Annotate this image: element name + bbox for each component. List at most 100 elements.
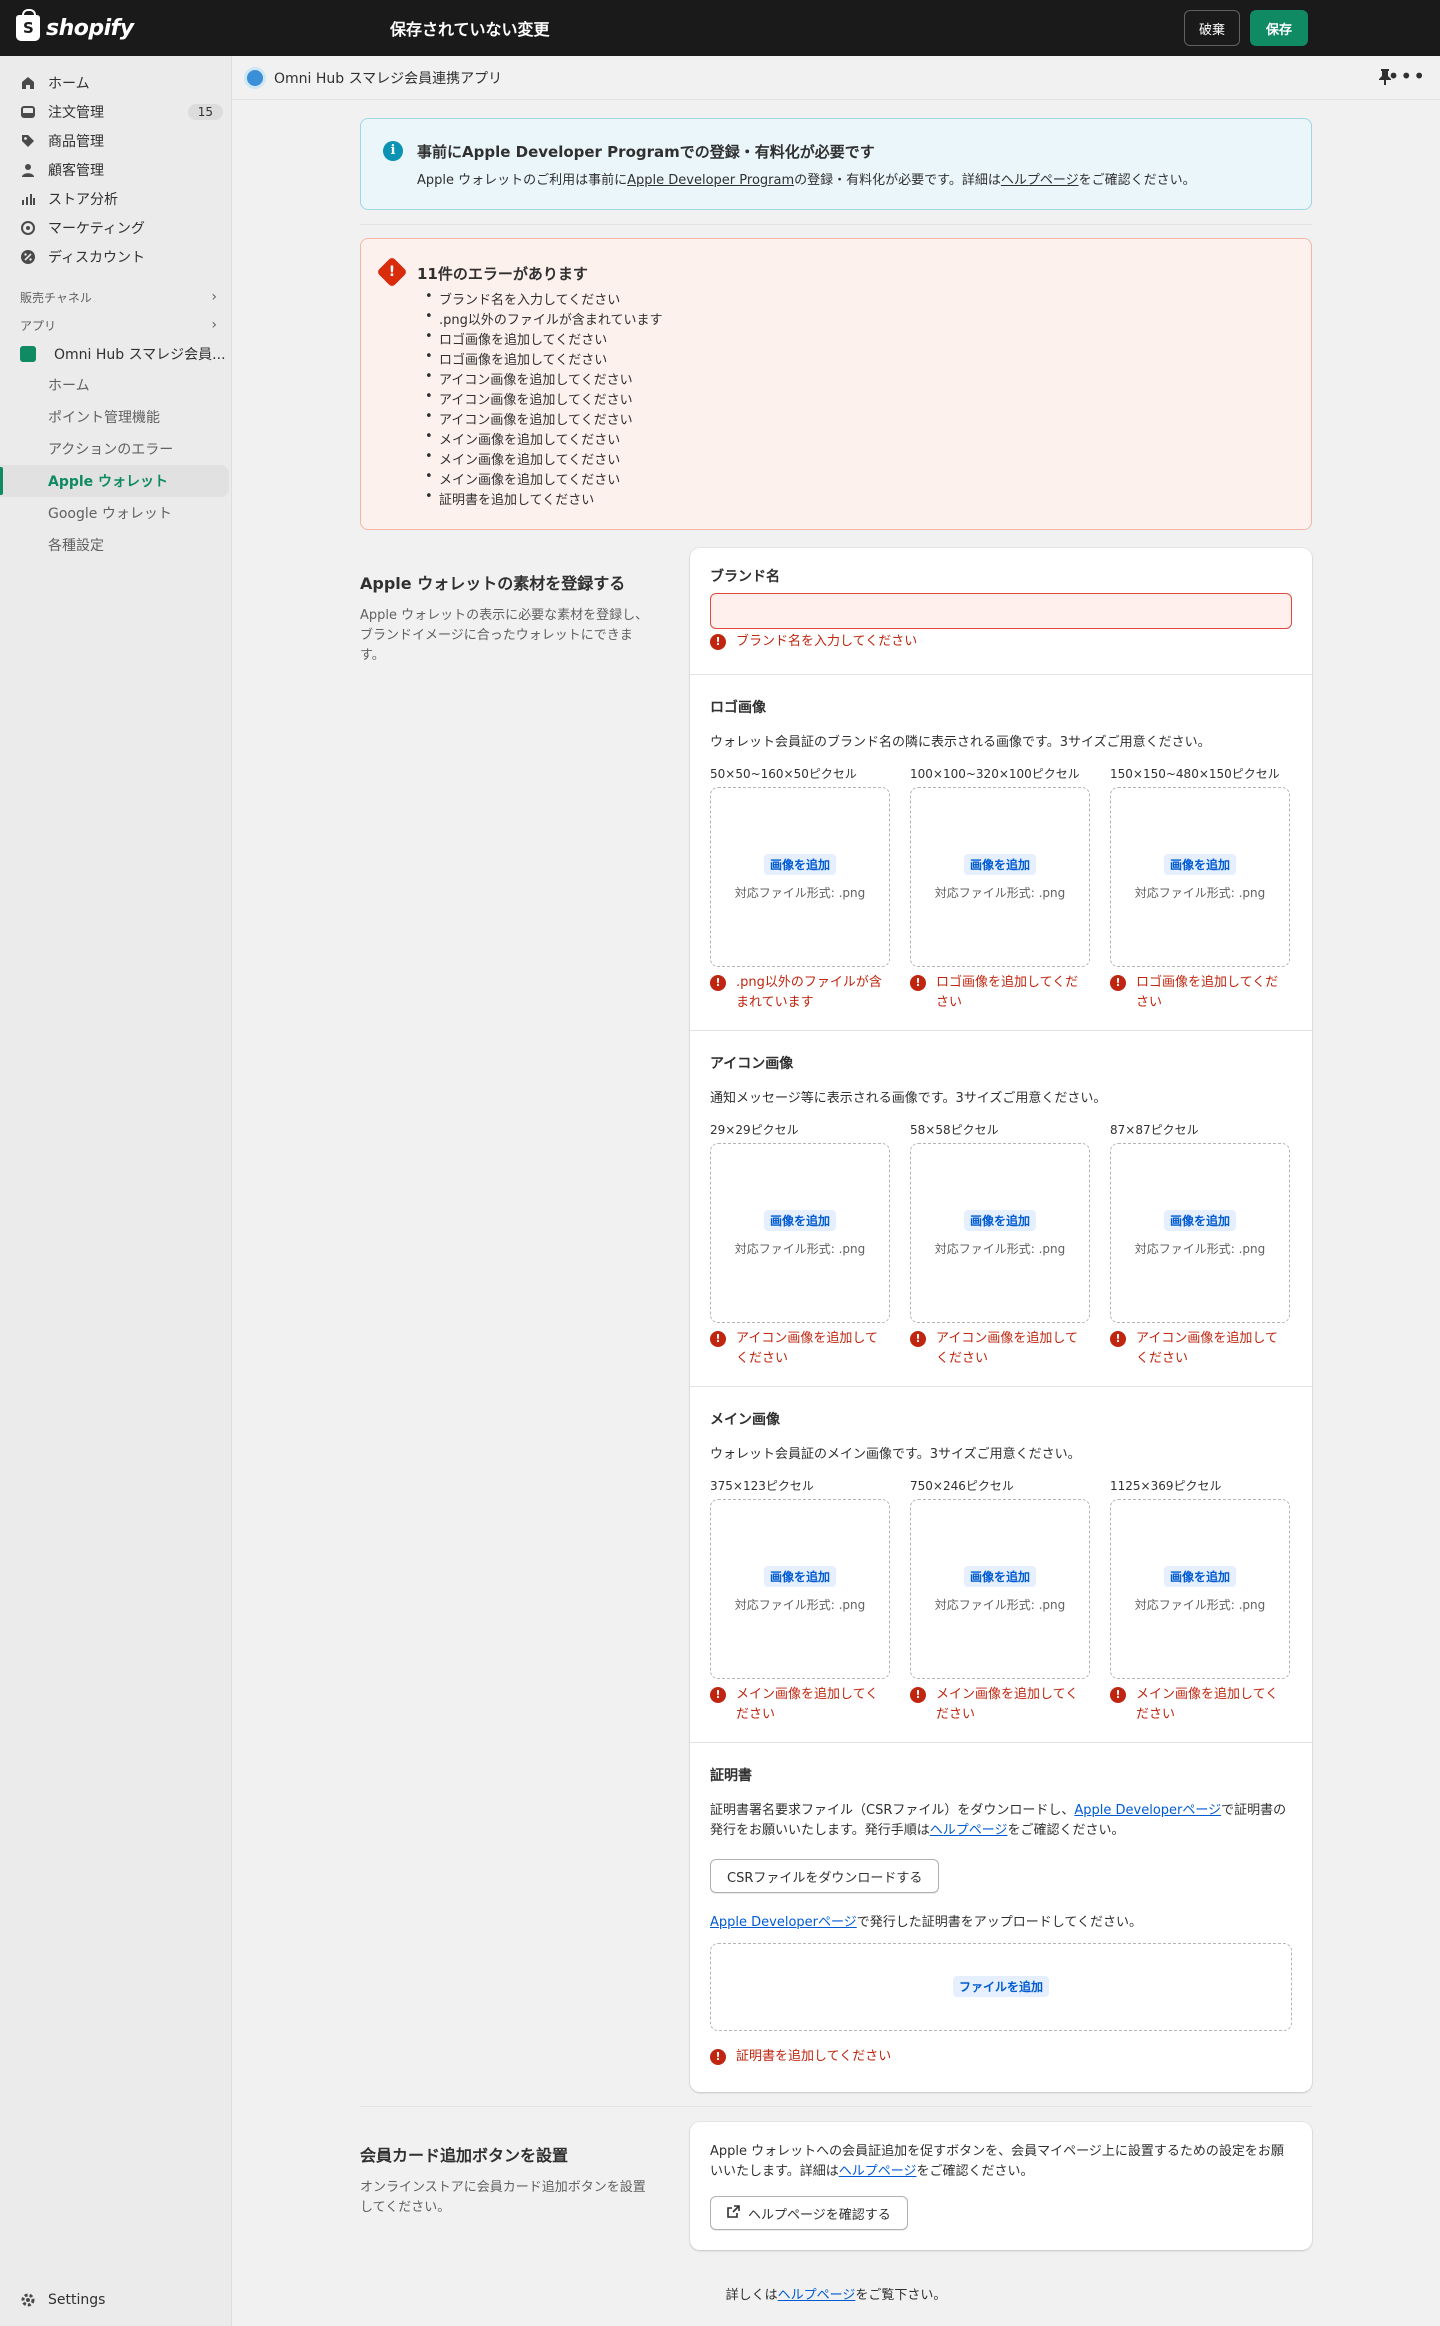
save-button[interactable]: 保存 <box>1249 10 1308 46</box>
sidebar-subitem-google-wallet[interactable]: Google ウォレット <box>0 497 229 529</box>
icon-dropzone-large[interactable]: 画像を追加 対応ファイル形式: .png <box>1110 1143 1290 1323</box>
footer-text: をご覧下さい。 <box>855 2288 947 2303</box>
error-list-item: アイコン画像を追加してください <box>425 369 663 389</box>
add-image-button[interactable]: 画像を追加 <box>1163 854 1237 875</box>
error-icon: ! <box>1110 975 1126 991</box>
sidebar-item-customers[interactable]: 顧客管理 <box>0 155 231 184</box>
sidebar-item-label: ホーム <box>48 75 90 92</box>
error-icon: ! <box>910 1687 926 1703</box>
logo-image-label: ロゴ画像 <box>710 700 766 716</box>
upload-help: Apple Developerページで発行した証明書をアップロードしてください。 <box>710 1911 1142 1930</box>
main-dropzone-large[interactable]: 画像を追加 対応ファイル形式: .png <box>1110 1499 1290 1679</box>
icon-error: ! アイコン画像を追加してください <box>710 1329 890 1369</box>
app-name: Omni Hub スマレジ会員... <box>54 347 226 363</box>
view-help-page-button[interactable]: ヘルプページを確認する <box>710 2196 908 2230</box>
footer-help-link[interactable]: ヘルプページ <box>778 2288 856 2303</box>
icon-dropzone-small[interactable]: 画像を追加 対応ファイル形式: .png <box>710 1143 890 1323</box>
sidebar-subitem-points[interactable]: ポイント管理機能 <box>0 401 229 433</box>
size-label: 100×100~320×100ピクセル <box>910 767 1080 781</box>
shopify-logo[interactable]: S shopify <box>16 9 356 41</box>
brand-name-label: ブランド名 <box>710 569 780 585</box>
error-icon: ! <box>910 1331 926 1347</box>
certificate-dropzone[interactable]: ファイルを追加 <box>710 1943 1292 2031</box>
format-hint: 対応ファイル形式: .png <box>734 886 866 900</box>
card-text: をご確認ください。 <box>916 2164 1034 2179</box>
top-bar: S shopify 保存されていない変更 破棄 保存 <box>0 0 1440 56</box>
main-image-section: メイン画像 ウォレット会員証のメイン画像です。3サイズご用意ください。 375×… <box>690 1386 1312 1742</box>
brand-name-error: ! ブランド名を入力してください <box>710 632 917 652</box>
sidebar-item-products[interactable]: 商品管理 <box>0 126 231 155</box>
button-label: ヘルプページを確認する <box>748 2207 891 2223</box>
sidebar-subitem-apple-wallet[interactable]: Apple ウォレット <box>0 465 229 497</box>
sidebar-subitem-home[interactable]: ホーム <box>0 369 229 401</box>
sidebar-app-omnihub[interactable]: Omni Hub スマレジ会員... <box>0 339 231 369</box>
brand-name-input[interactable] <box>710 593 1292 629</box>
sales-channels-header[interactable]: 販売チャネル › <box>0 283 231 311</box>
sidebar-item-orders[interactable]: 注文管理 15 <box>0 97 231 126</box>
icon-image-label: アイコン画像 <box>710 1056 794 1072</box>
main-error: ! メイン画像を追加してください <box>910 1685 1090 1725</box>
settings-link[interactable]: Settings <box>20 2292 105 2308</box>
info-text: Apple ウォレットのご利用は事前に <box>417 173 628 188</box>
sidebar-item-label: 顧客管理 <box>48 162 104 179</box>
logo-dropzone-large[interactable]: 画像を追加 対応ファイル形式: .png <box>1110 787 1290 967</box>
sidebar-item-home[interactable]: ホーム <box>0 68 231 97</box>
logo-error: ! .png以外のファイルが含まれています <box>710 973 890 1013</box>
more-actions-icon[interactable]: ••• <box>1388 64 1426 88</box>
error-text: .png以外のファイルが含まれています <box>736 975 882 1010</box>
download-csr-button[interactable]: CSRファイルをダウンロードする <box>710 1859 940 1893</box>
error-list-item: アイコン画像を追加してください <box>425 409 663 429</box>
add-image-button[interactable]: 画像を追加 <box>963 1566 1037 1587</box>
error-icon: ! <box>710 1331 726 1347</box>
add-image-button[interactable]: 画像を追加 <box>1163 1210 1237 1231</box>
footer-help: 詳しくはヘルプページをご覧下さい。 <box>232 2284 1440 2303</box>
error-text: ブランド名を入力してください <box>736 634 918 649</box>
sidebar-item-discounts[interactable]: ディスカウント <box>0 242 231 271</box>
error-text: アイコン画像を追加してください <box>1136 1331 1278 1366</box>
help-page-link[interactable]: ヘルプページ <box>839 2164 917 2179</box>
logo-error: ! ロゴ画像を追加してください <box>910 973 1090 1013</box>
apple-developer-page-link[interactable]: Apple Developerページ <box>1074 1803 1221 1818</box>
main-dropzone-medium[interactable]: 画像を追加 対応ファイル形式: .png <box>910 1499 1090 1679</box>
add-image-button[interactable]: 画像を追加 <box>763 854 837 875</box>
error-icon: ! <box>710 634 726 650</box>
sidebar-item-analytics[interactable]: ストア分析 <box>0 184 231 213</box>
sidebar-subitem-action-errors[interactable]: アクションのエラー <box>0 433 229 465</box>
error-text: 証明書を追加してください <box>736 2049 892 2064</box>
error-list-item: メイン画像を追加してください <box>425 469 663 489</box>
logo-dropzone-medium[interactable]: 画像を追加 対応ファイル形式: .png <box>910 787 1090 967</box>
main-dropzone-small[interactable]: 画像を追加 対応ファイル形式: .png <box>710 1499 890 1679</box>
logo-dropzone-small[interactable]: 画像を追加 対応ファイル形式: .png <box>710 787 890 967</box>
error-icon: ! <box>1110 1687 1126 1703</box>
footer-text: 詳しくは <box>725 2288 778 2303</box>
icon-dropzone-medium[interactable]: 画像を追加 対応ファイル形式: .png <box>910 1143 1090 1323</box>
add-image-button[interactable]: 画像を追加 <box>763 1210 837 1231</box>
chevron-right-icon: › <box>211 317 217 333</box>
help-page-link[interactable]: ヘルプページ <box>1001 173 1079 188</box>
add-button-card: Apple ウォレットへの会員証追加を促すボタンを、会員マイページ上に設置するた… <box>690 2122 1312 2250</box>
add-image-button[interactable]: 画像を追加 <box>963 854 1037 875</box>
error-icon: ! <box>910 975 926 991</box>
discard-button[interactable]: 破棄 <box>1183 10 1240 46</box>
size-label: 29×29ピクセル <box>710 1123 799 1137</box>
error-list-item: .png以外のファイルが含まれています <box>425 309 663 329</box>
sidebar-subitem-settings[interactable]: 各種設定 <box>0 529 229 561</box>
add-image-button[interactable]: 画像を追加 <box>963 1210 1037 1231</box>
add-image-button[interactable]: 画像を追加 <box>763 1566 837 1587</box>
error-banner-title: 11件のエラーがあります <box>417 265 588 283</box>
error-list-item: ロゴ画像を追加してください <box>425 329 663 349</box>
apple-developer-page-link[interactable]: Apple Developerページ <box>710 1915 857 1930</box>
apple-developer-program-link[interactable]: Apple Developer Program <box>627 173 794 188</box>
logo-error: ! ロゴ画像を追加してください <box>1110 973 1290 1013</box>
error-list-item: ブランド名を入力してください <box>425 289 663 309</box>
help-page-link[interactable]: ヘルプページ <box>930 1823 1008 1838</box>
gear-icon <box>20 2292 36 2308</box>
add-image-button[interactable]: 画像を追加 <box>1163 1566 1237 1587</box>
error-list-item: ロゴ画像を追加してください <box>425 349 663 369</box>
sidebar-item-marketing[interactable]: マーケティング <box>0 213 231 242</box>
app-title: Omni Hub スマレジ会員連携アプリ <box>274 70 503 87</box>
apps-header[interactable]: アプリ › <box>0 311 231 339</box>
certificate-label: 証明書 <box>710 1768 752 1784</box>
app-logo-icon <box>244 66 266 89</box>
add-file-button[interactable]: ファイルを追加 <box>952 1976 1050 1997</box>
